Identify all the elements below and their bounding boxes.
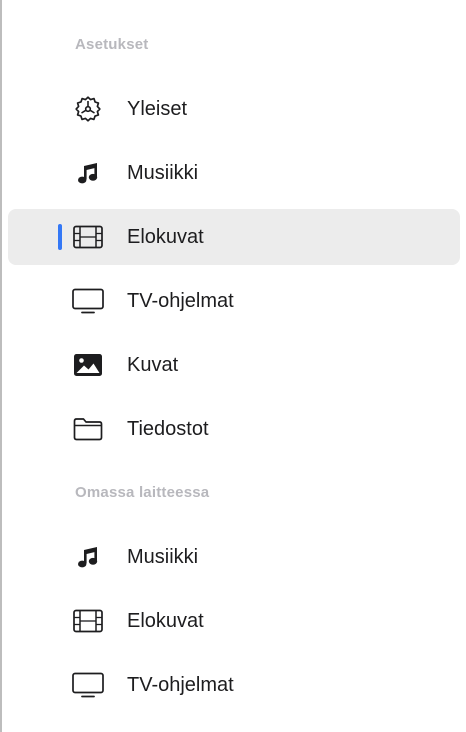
music-note-icon: [70, 541, 106, 573]
sidebar-item-label: TV-ohjelmat: [127, 674, 234, 696]
sidebar-item-kuvat[interactable]: Kuvat: [8, 337, 460, 393]
folder-icon: [70, 413, 106, 445]
sidebar-item-elokuvat[interactable]: Elokuvat: [8, 209, 460, 265]
sidebar-item-label: Musiikki: [127, 162, 199, 184]
sidebar-item-tv-ohjelmat[interactable]: TV-ohjelmat: [8, 273, 460, 329]
sidebar-item-device-elokuvat[interactable]: Elokuvat: [8, 593, 460, 649]
selection-indicator: [58, 224, 62, 250]
sidebar-item-label: Elokuvat: [127, 226, 204, 248]
gear-icon: [70, 93, 106, 125]
film-icon: [70, 221, 106, 253]
sidebar-border: [0, 0, 2, 732]
music-note-icon: [70, 157, 106, 189]
sidebar-item-label: Kuvat: [127, 354, 179, 376]
photo-icon: [70, 349, 106, 381]
section-header-asetukset: Asetukset: [75, 36, 149, 53]
sidebar-item-device-musiikki[interactable]: Musiikki: [8, 529, 460, 585]
sidebar-item-tiedostot[interactable]: Tiedostot: [8, 401, 460, 457]
section-header-omassa-laitteessa: Omassa laitteessa: [75, 484, 210, 501]
sidebar-item-label: Elokuvat: [127, 610, 204, 632]
sidebar-item-device-tv-ohjelmat[interactable]: TV-ohjelmat: [8, 657, 460, 713]
tv-icon: [70, 285, 106, 317]
film-icon: [70, 605, 106, 637]
sidebar-item-musiikki[interactable]: Musiikki: [8, 145, 460, 201]
tv-icon: [70, 669, 106, 701]
sidebar-item-label: Musiikki: [127, 546, 199, 568]
sidebar-item-label: Yleiset: [127, 98, 188, 120]
sidebar-item-label: Tiedostot: [127, 418, 209, 440]
sidebar-item-yleiset[interactable]: Yleiset: [8, 81, 460, 137]
sidebar-item-label: TV-ohjelmat: [127, 290, 234, 312]
